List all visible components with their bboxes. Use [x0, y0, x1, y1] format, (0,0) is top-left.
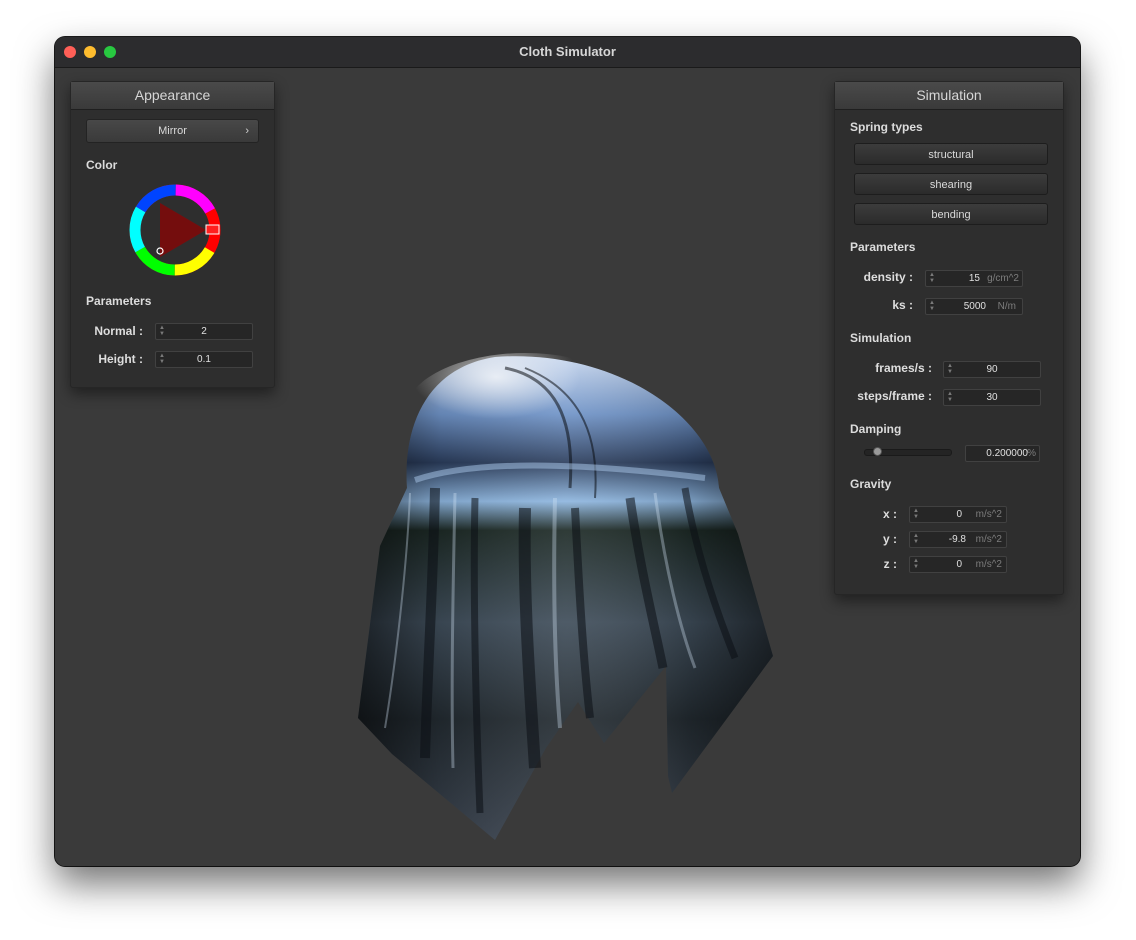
gravity-y-unit: m/s^2 — [975, 534, 1002, 545]
normal-label: Normal : — [94, 324, 143, 338]
height-label: Height : — [98, 352, 143, 366]
gravity-z-field[interactable]: ▲ ▼ 0 m/s^2 — [909, 556, 1007, 573]
appearance-panel-title: Appearance — [71, 82, 274, 110]
damping-value: 0.200000 — [986, 448, 1028, 459]
structural-toggle[interactable]: structural — [854, 143, 1048, 165]
hue-selector[interactable] — [205, 224, 220, 235]
spinner-icon[interactable]: ▲ ▼ — [913, 533, 919, 545]
frames-per-second-label: frames/s : — [875, 361, 932, 375]
gravity-label: Gravity — [850, 477, 892, 491]
simulation-panel-title: Simulation — [835, 82, 1063, 110]
chevron-right-icon: › — [245, 125, 249, 137]
spinner-icon[interactable]: ▲ ▼ — [929, 300, 935, 312]
density-field[interactable]: ▲ ▼ 15 g/cm^2 — [925, 270, 1023, 287]
density-label: density : — [863, 270, 913, 284]
damping-slider[interactable] — [864, 447, 952, 456]
ks-label: ks : — [892, 298, 913, 312]
spinner-icon[interactable]: ▲ ▼ — [929, 272, 935, 284]
gravity-x-field[interactable]: ▲ ▼ 0 m/s^2 — [909, 506, 1007, 523]
damping-label: Damping — [850, 422, 902, 436]
gravity-y-label: y : — [882, 532, 897, 546]
gravity-x-value: 0 — [956, 509, 962, 520]
gravity-z-value: 0 — [956, 559, 962, 570]
gravity-z-unit: m/s^2 — [975, 559, 1002, 570]
steps-per-frame-value: 30 — [986, 392, 998, 403]
shader-dropdown[interactable]: Mirror › — [86, 119, 259, 143]
density-unit: g/cm^2 — [987, 273, 1019, 284]
damping-unit: % — [1027, 448, 1036, 459]
simulation-panel: Simulation Spring types structural shear… — [834, 81, 1064, 595]
damping-slider-knob[interactable] — [873, 447, 882, 456]
appearance-parameters-label: Parameters — [86, 294, 152, 308]
app-window: Cloth Simulator Appearance Mirror › Colo… — [55, 37, 1080, 866]
shader-dropdown-label: Mirror — [158, 125, 187, 137]
title-bar: Cloth Simulator — [55, 37, 1080, 68]
shearing-toggle[interactable]: shearing — [854, 173, 1048, 195]
ks-value: 5000 — [963, 301, 986, 312]
gravity-y-value: -9.8 — [948, 534, 966, 545]
steps-per-frame-label: steps/frame : — [857, 389, 932, 403]
damping-field[interactable]: 0.200000 % — [965, 445, 1040, 462]
gravity-y-field[interactable]: ▲ ▼ -9.8 m/s^2 — [909, 531, 1007, 548]
spinner-icon[interactable]: ▲ ▼ — [913, 508, 919, 520]
height-field[interactable]: ▲ ▼ 0.1 — [155, 351, 253, 368]
ks-field[interactable]: ▲ ▼ 5000 N/m — [925, 298, 1023, 315]
normal-field[interactable]: ▲ ▼ 2 — [155, 323, 253, 340]
density-value: 15 — [968, 273, 980, 284]
appearance-panel: Appearance Mirror › Color Parameters Nor… — [70, 81, 275, 388]
simulation-parameters-label: Parameters — [850, 240, 916, 254]
render-viewport[interactable]: Appearance Mirror › Color Parameters Nor… — [55, 68, 1080, 866]
gravity-x-label: x : — [882, 507, 897, 521]
gravity-z-label: z : — [883, 557, 897, 571]
ks-unit: N/m — [997, 301, 1016, 312]
normal-value: 2 — [201, 326, 207, 337]
simulation-section-label: Simulation — [850, 331, 912, 345]
gravity-x-unit: m/s^2 — [975, 509, 1002, 520]
color-section-label: Color — [86, 158, 118, 172]
spinner-icon[interactable]: ▲ ▼ — [913, 558, 919, 570]
spring-types-label: Spring types — [850, 120, 923, 134]
window-title: Cloth Simulator — [519, 44, 616, 59]
steps-per-frame-field[interactable]: ▲ ▼ 30 — [943, 389, 1041, 406]
color-wheel[interactable] — [128, 183, 222, 277]
frames-per-second-field[interactable]: ▲ ▼ 90 — [943, 361, 1041, 378]
frames-per-second-value: 90 — [986, 364, 998, 375]
bending-toggle[interactable]: bending — [854, 203, 1048, 225]
height-value: 0.1 — [197, 354, 211, 365]
